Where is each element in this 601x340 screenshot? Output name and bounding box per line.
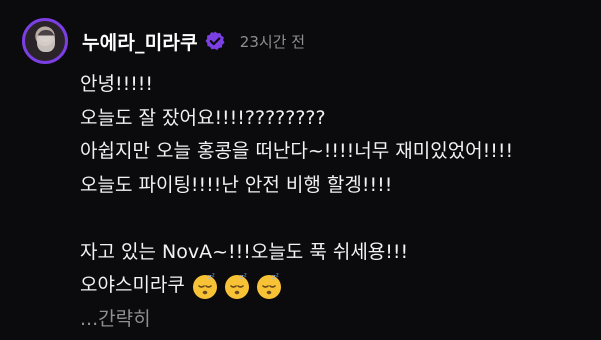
username[interactable]: 누에라_미라쿠 xyxy=(82,28,198,55)
post-line-blank xyxy=(80,202,580,236)
svg-text:z: z xyxy=(244,272,247,278)
post-body: 안녕!!!!! 오늘도 잘 잤어요!!!!???????? 아쉽지만 오늘 홍콩… xyxy=(80,68,580,336)
sleeping-face-icon: z z xyxy=(223,272,251,300)
post-card: 누에라_미라쿠 23시간 전 안녕!!!!! 오늘도 잘 잤어요!!!!????… xyxy=(0,0,601,340)
post-line: 오늘도 파이팅!!!!난 안전 비행 할겡!!!! xyxy=(80,173,393,196)
post-timestamp: 23시간 전 xyxy=(239,32,306,51)
sleeping-face-icon: z z xyxy=(191,272,219,300)
post-header: 누에라_미라쿠 23시간 전 xyxy=(22,17,305,65)
post-line: 오늘도 잘 잤어요!!!!???????? xyxy=(80,106,326,129)
avatar[interactable] xyxy=(22,18,68,64)
verified-badge-icon xyxy=(204,30,226,52)
sleeping-face-icon: z z xyxy=(255,272,283,300)
svg-text:z: z xyxy=(276,272,279,278)
collapse-link[interactable]: ...간략히 xyxy=(80,303,580,337)
post-line: 안녕!!!!! xyxy=(80,73,154,95)
post-line: 아쉽지만 오늘 홍콩을 떠난다~!!!!너무 재미있었어!!!! xyxy=(80,140,514,162)
post-line-sign-off: 오야스미라쿠 z z z z z z xyxy=(80,269,580,303)
post-line: 자고 있는 NovA~!!!오늘도 푹 쉬세용!!! xyxy=(80,240,409,263)
sign-off-text: 오야스미라쿠 xyxy=(80,274,185,296)
svg-text:z: z xyxy=(212,272,215,278)
